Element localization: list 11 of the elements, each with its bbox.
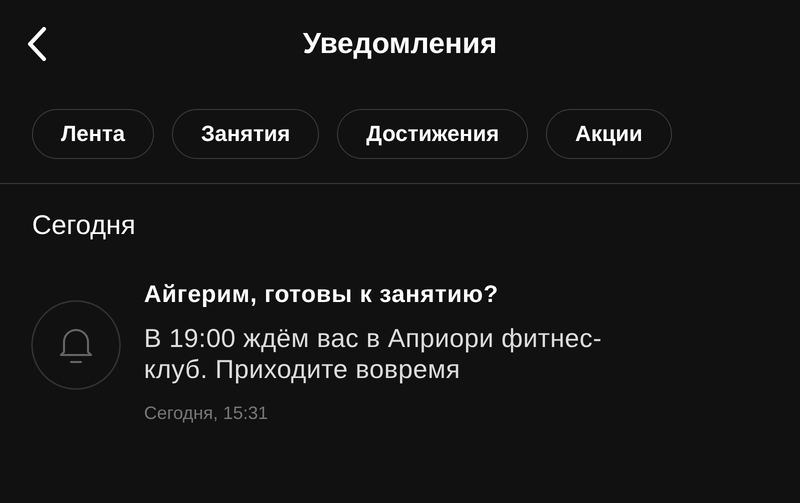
back-icon[interactable] [27,27,47,61]
notification-title: Айгерим, готовы к занятию? [144,281,500,309]
bell-icon [31,300,121,390]
notification-text: В 19:00 ждём вас в Априори фитнес-клуб. Приходите вовремя [144,323,603,385]
filter-chip[interactable]: Достижения [337,109,528,159]
filter-chip[interactable]: Занятия [172,109,320,159]
screen-title: Уведомления [302,28,498,60]
notification-time: Сегодня, 15:31 [144,403,270,424]
section-heading: Сегодня [31,209,136,241]
filter-chip[interactable]: Акции [546,109,672,159]
filter-chip[interactable]: Лента [32,109,154,159]
